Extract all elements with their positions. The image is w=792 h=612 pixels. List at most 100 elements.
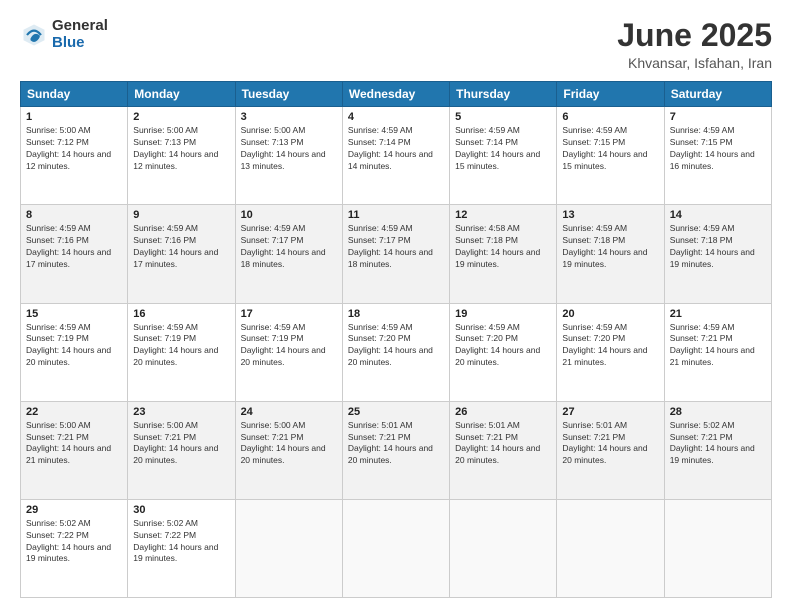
day-cell-29: 29 Sunrise: 5:02 AMSunset: 7:22 PMDayligh… xyxy=(21,499,128,597)
header-sunday: Sunday xyxy=(21,82,128,107)
cell-text: Sunrise: 5:00 AMSunset: 7:21 PMDaylight:… xyxy=(133,420,218,466)
day-number: 26 xyxy=(455,406,551,418)
day-number: 8 xyxy=(26,209,122,221)
cell-text: Sunrise: 4:59 AMSunset: 7:15 PMDaylight:… xyxy=(562,125,647,171)
header-wednesday: Wednesday xyxy=(342,82,449,107)
day-number: 2 xyxy=(133,111,229,123)
cell-text: Sunrise: 5:00 AMSunset: 7:13 PMDaylight:… xyxy=(133,125,218,171)
cell-text: Sunrise: 4:59 AMSunset: 7:20 PMDaylight:… xyxy=(455,322,540,368)
day-number: 22 xyxy=(26,406,122,418)
cell-text: Sunrise: 4:59 AMSunset: 7:19 PMDaylight:… xyxy=(241,322,326,368)
day-number: 5 xyxy=(455,111,551,123)
day-number: 29 xyxy=(26,504,122,516)
cell-text: Sunrise: 5:01 AMSunset: 7:21 PMDaylight:… xyxy=(562,420,647,466)
day-number: 20 xyxy=(562,308,658,320)
logo: General Blue xyxy=(20,18,108,51)
empty-cell xyxy=(235,499,342,597)
day-cell-28: 28 Sunrise: 5:02 AMSunset: 7:21 PMDayligh… xyxy=(664,401,771,499)
header-saturday: Saturday xyxy=(664,82,771,107)
day-cell-2: 2 Sunrise: 5:00 AMSunset: 7:13 PMDaylight… xyxy=(128,107,235,205)
day-number: 19 xyxy=(455,308,551,320)
logo-text: General Blue xyxy=(52,18,108,51)
day-cell-19: 19 Sunrise: 4:59 AMSunset: 7:20 PMDayligh… xyxy=(450,303,557,401)
day-number: 23 xyxy=(133,406,229,418)
day-cell-6: 6 Sunrise: 4:59 AMSunset: 7:15 PMDaylight… xyxy=(557,107,664,205)
cell-text: Sunrise: 5:00 AMSunset: 7:21 PMDaylight:… xyxy=(241,420,326,466)
empty-cell xyxy=(342,499,449,597)
header-monday: Monday xyxy=(128,82,235,107)
cell-text: Sunrise: 4:59 AMSunset: 7:16 PMDaylight:… xyxy=(133,223,218,269)
day-number: 3 xyxy=(241,111,337,123)
header-tuesday: Tuesday xyxy=(235,82,342,107)
cell-text: Sunrise: 4:59 AMSunset: 7:15 PMDaylight:… xyxy=(670,125,755,171)
day-number: 16 xyxy=(133,308,229,320)
day-cell-20: 20 Sunrise: 4:59 AMSunset: 7:20 PMDayligh… xyxy=(557,303,664,401)
day-cell-16: 16Sunrise: 4:59 AMSunset: 7:19 PMDayligh… xyxy=(128,303,235,401)
day-number: 4 xyxy=(348,111,444,123)
day-cell-30: 30 Sunrise: 5:02 AMSunset: 7:22 PMDayligh… xyxy=(128,499,235,597)
cell-text: Sunrise: 4:59 AMSunset: 7:14 PMDaylight:… xyxy=(348,125,433,171)
cell-text: Sunrise: 5:01 AMSunset: 7:21 PMDaylight:… xyxy=(455,420,540,466)
header-friday: Friday xyxy=(557,82,664,107)
cell-text: Sunrise: 4:59 AMSunset: 7:19 PMDaylight:… xyxy=(26,322,111,368)
empty-cell xyxy=(557,499,664,597)
day-number: 30 xyxy=(133,504,229,516)
day-cell-11: 11Sunrise: 4:59 AMSunset: 7:17 PMDayligh… xyxy=(342,205,449,303)
header-row: Sunday Monday Tuesday Wednesday Thursday… xyxy=(21,82,772,107)
calendar-title: June 2025 xyxy=(617,18,772,53)
day-number: 9 xyxy=(133,209,229,221)
day-cell-7: 7 Sunrise: 4:59 AMSunset: 7:15 PMDaylight… xyxy=(664,107,771,205)
cell-text: Sunrise: 4:59 AMSunset: 7:20 PMDaylight:… xyxy=(348,322,433,368)
day-number: 27 xyxy=(562,406,658,418)
day-number: 28 xyxy=(670,406,766,418)
cell-text: Sunrise: 4:59 AMSunset: 7:18 PMDaylight:… xyxy=(670,223,755,269)
calendar-table: Sunday Monday Tuesday Wednesday Thursday… xyxy=(20,81,772,598)
day-cell-13: 13 Sunrise: 4:59 AMSunset: 7:18 PMDayligh… xyxy=(557,205,664,303)
day-number: 15 xyxy=(26,308,122,320)
logo-blue: Blue xyxy=(52,35,108,52)
cell-text: Sunrise: 4:59 AMSunset: 7:16 PMDaylight:… xyxy=(26,223,111,269)
header-thursday: Thursday xyxy=(450,82,557,107)
day-cell-18: 18 Sunrise: 4:59 AMSunset: 7:20 PMDayligh… xyxy=(342,303,449,401)
logo-general: General xyxy=(52,18,108,35)
day-cell-15: 15 Sunrise: 4:59 AMSunset: 7:19 PMDayligh… xyxy=(21,303,128,401)
day-cell-17: 17 Sunrise: 4:59 AMSunset: 7:19 PMDayligh… xyxy=(235,303,342,401)
week-row-5: 29 Sunrise: 5:02 AMSunset: 7:22 PMDayligh… xyxy=(21,499,772,597)
day-number: 18 xyxy=(348,308,444,320)
week-row-4: 22 Sunrise: 5:00 AMSunset: 7:21 PMDayligh… xyxy=(21,401,772,499)
day-cell-27: 27 Sunrise: 5:01 AMSunset: 7:21 PMDayligh… xyxy=(557,401,664,499)
cell-text: Sunrise: 5:00 AMSunset: 7:13 PMDaylight:… xyxy=(241,125,326,171)
day-cell-21: 21 Sunrise: 4:59 AMSunset: 7:21 PMDayligh… xyxy=(664,303,771,401)
day-number: 12 xyxy=(455,209,551,221)
cell-text: Sunrise: 5:01 AMSunset: 7:21 PMDaylight:… xyxy=(348,420,433,466)
day-number: 13 xyxy=(562,209,658,221)
day-number: 1 xyxy=(26,111,122,123)
day-cell-14: 14 Sunrise: 4:59 AMSunset: 7:18 PMDayligh… xyxy=(664,205,771,303)
day-number: 10 xyxy=(241,209,337,221)
day-cell-24: 24Sunrise: 5:00 AMSunset: 7:21 PMDayligh… xyxy=(235,401,342,499)
title-area: June 2025 Khvansar, Isfahan, Iran xyxy=(617,18,772,71)
day-number: 14 xyxy=(670,209,766,221)
day-cell-25: 25Sunrise: 5:01 AMSunset: 7:21 PMDayligh… xyxy=(342,401,449,499)
day-number: 17 xyxy=(241,308,337,320)
cell-text: Sunrise: 5:00 AMSunset: 7:21 PMDaylight:… xyxy=(26,420,111,466)
cell-text: Sunrise: 4:59 AMSunset: 7:21 PMDaylight:… xyxy=(670,322,755,368)
header: General Blue June 2025 Khvansar, Isfahan… xyxy=(20,18,772,71)
page: General Blue June 2025 Khvansar, Isfahan… xyxy=(0,0,792,612)
empty-cell xyxy=(664,499,771,597)
day-number: 21 xyxy=(670,308,766,320)
cell-text: Sunrise: 5:02 AMSunset: 7:22 PMDaylight:… xyxy=(133,518,218,564)
day-cell-9: 9 Sunrise: 4:59 AMSunset: 7:16 PMDaylight… xyxy=(128,205,235,303)
week-row-2: 8 Sunrise: 4:59 AMSunset: 7:16 PMDaylight… xyxy=(21,205,772,303)
day-cell-23: 23 Sunrise: 5:00 AMSunset: 7:21 PMDayligh… xyxy=(128,401,235,499)
cell-text: Sunrise: 5:02 AMSunset: 7:22 PMDaylight:… xyxy=(26,518,111,564)
cell-text: Sunrise: 4:59 AMSunset: 7:18 PMDaylight:… xyxy=(562,223,647,269)
cell-text: Sunrise: 4:59 AMSunset: 7:14 PMDaylight:… xyxy=(455,125,540,171)
day-cell-10: 10Sunrise: 4:59 AMSunset: 7:17 PMDayligh… xyxy=(235,205,342,303)
cell-text: Sunrise: 5:02 AMSunset: 7:21 PMDaylight:… xyxy=(670,420,755,466)
logo-icon xyxy=(20,21,48,49)
day-number: 6 xyxy=(562,111,658,123)
week-row-1: 1Sunrise: 5:00 AMSunset: 7:12 PMDaylight… xyxy=(21,107,772,205)
day-number: 7 xyxy=(670,111,766,123)
cell-text: Sunrise: 4:59 AMSunset: 7:20 PMDaylight:… xyxy=(562,322,647,368)
